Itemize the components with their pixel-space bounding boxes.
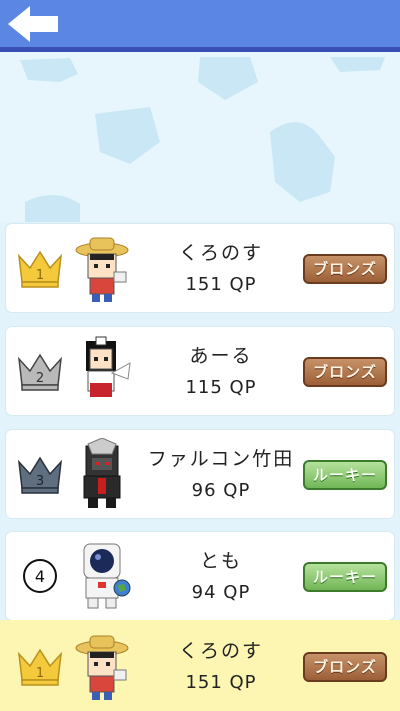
my-rank-row[interactable]: 1 くろのす 151 QP ブロンズ <box>6 622 394 710</box>
svg-text:1: 1 <box>36 666 44 681</box>
svg-text:1: 1 <box>36 268 44 283</box>
shrine-maiden-character-avatar <box>86 336 131 397</box>
astronaut-character-avatar <box>83 543 131 609</box>
rank-badge: ルーキー <box>303 562 387 592</box>
ranking-row-4[interactable]: 4 とも 94 QP ルーキー <box>6 532 394 620</box>
gold-crown-icon: 1 <box>17 648 63 686</box>
svg-text:2: 2 <box>36 371 44 386</box>
player-points: 115 QP <box>185 377 257 398</box>
circle-number-icon: 4 <box>23 559 57 593</box>
straw-hat-character-avatar <box>75 237 129 302</box>
player-points: 96 QP <box>191 480 251 501</box>
ranking-row-2[interactable]: 2 あーる 115 QP ブロンズ <box>6 327 394 415</box>
svg-text:4: 4 <box>35 567 45 586</box>
player-points: 94 QP <box>191 582 251 603</box>
armored-character-avatar <box>83 438 121 508</box>
ranking-row-1[interactable]: 1 くろのす 151 QP ブロンズ <box>6 224 394 312</box>
back-arrow-icon[interactable] <box>6 4 60 44</box>
rank-badge: ブロンズ <box>303 652 387 682</box>
header-bar <box>0 0 400 52</box>
bronze-crown-icon: 3 <box>17 456 63 494</box>
straw-hat-character-avatar <box>75 635 129 700</box>
player-name: くろのす <box>178 640 263 662</box>
player-name: くろのす <box>178 242 263 264</box>
ranking-row-3[interactable]: 3 ファルコン竹田 96 QP ルーキー <box>6 430 394 518</box>
my-rank-footer: 1 くろのす 151 QP ブロンズ <box>0 620 400 711</box>
player-name: あーる <box>189 345 253 367</box>
silver-crown-icon: 2 <box>17 353 63 391</box>
player-name: とも <box>199 550 242 572</box>
svg-text:3: 3 <box>36 474 44 489</box>
player-name: ファルコン竹田 <box>147 448 295 470</box>
background-illustration <box>0 52 400 222</box>
rank-badge: ルーキー <box>303 460 387 490</box>
rank-badge: ブロンズ <box>303 254 387 284</box>
player-points: 151 QP <box>185 672 257 693</box>
rank-badge: ブロンズ <box>303 357 387 387</box>
gold-crown-icon: 1 <box>17 250 63 288</box>
player-points: 151 QP <box>185 274 257 295</box>
